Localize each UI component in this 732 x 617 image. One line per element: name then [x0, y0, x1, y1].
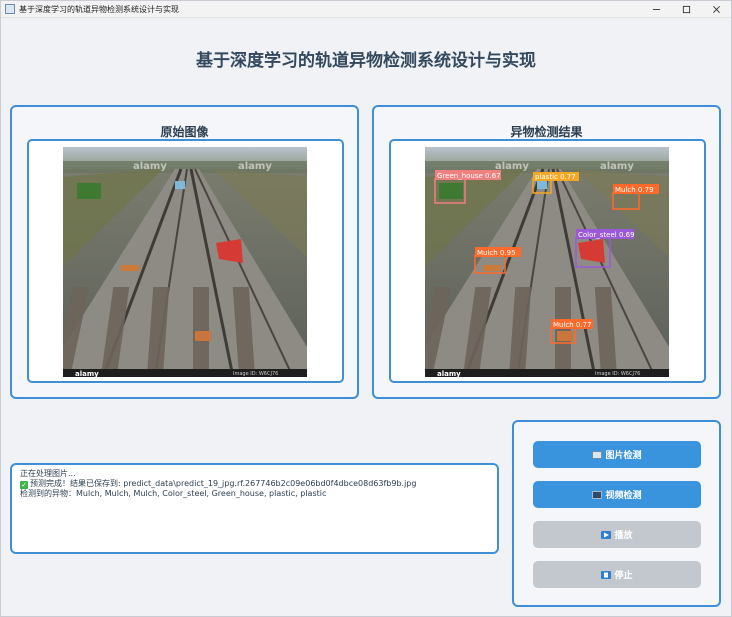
image-id: Image ID: W6CJ76: [595, 371, 640, 377]
app-window: 基于深度学习的轨道异物检测系统设计与实现 基于深度学习的轨道异物检测系统设计与实…: [0, 0, 732, 617]
control-panel: 图片检测 视频检测 播放 停止: [512, 420, 721, 607]
original-image-frame: alamy Image ID: W6CJ76 alamy alamy: [27, 139, 344, 383]
watermark: alamy: [238, 161, 272, 172]
result-image-panel: 异物检测结果 alamy Image ID: W6CJ76 alamy alam…: [372, 105, 721, 399]
log-line-processing: 正在处理图片...: [20, 469, 76, 478]
minimize-icon: [652, 9, 660, 10]
detection-label: Mulch 0.95: [477, 249, 516, 257]
video-detect-label: 视频检测: [605, 491, 642, 501]
close-button[interactable]: [701, 1, 731, 18]
detection-label: Green_house 0.67: [437, 172, 501, 180]
window-title: 基于深度学习的轨道异物检测系统设计与实现: [19, 4, 179, 14]
play-button[interactable]: 播放: [533, 521, 701, 548]
image-icon: [592, 450, 603, 459]
original-image: alamy Image ID: W6CJ76 alamy alamy: [63, 147, 307, 377]
original-image-panel: 原始图像 alamy Image ID: W6CJ76 alamy alamy: [10, 105, 359, 399]
close-icon: [712, 6, 720, 13]
maximize-icon: [682, 5, 690, 14]
result-image-title: 异物检测结果: [510, 125, 583, 139]
watermark: alamy: [600, 161, 634, 172]
detection-label: Mulch 0.79: [615, 186, 654, 194]
log-line-detected: 检测到的异物：Mulch, Mulch, Mulch, Color_steel,…: [20, 489, 327, 498]
page-title: 基于深度学习的轨道异物检测系统设计与实现: [196, 51, 536, 71]
image-detect-button[interactable]: 图片检测: [533, 441, 701, 468]
footer-logo: alamy: [437, 370, 461, 377]
detection-label: Color_steel 0.69: [578, 231, 635, 239]
maximize-button[interactable]: [671, 1, 701, 18]
app-icon: [5, 4, 15, 14]
play-label: 播放: [614, 531, 633, 541]
video-icon: [592, 490, 603, 499]
image-id: Image ID: W6CJ76: [233, 371, 278, 377]
result-image: alamy Image ID: W6CJ76 alamy alamy Green…: [425, 147, 669, 377]
detection-label: Mulch 0.77: [553, 321, 592, 329]
stop-icon: [601, 570, 612, 579]
image-detect-label: 图片检测: [605, 451, 642, 461]
video-detect-button[interactable]: 视频检测: [533, 481, 701, 508]
log-output[interactable]: 正在处理图片... ✓ 预测完成！结果已保存到: predict_data\pre…: [10, 463, 499, 554]
log-line-done: ✓ 预测完成！结果已保存到: predict_data\predict_19_jp…: [20, 479, 489, 489]
log-line-done-text: 预测完成！结果已保存到: predict_data\predict_19_jpg…: [30, 479, 417, 488]
result-image-frame: alamy Image ID: W6CJ76 alamy alamy Green…: [389, 139, 706, 383]
footer-logo: alamy: [75, 370, 99, 377]
minimize-button[interactable]: [641, 1, 671, 18]
stop-label: 停止: [614, 571, 633, 581]
window-controls: [641, 1, 731, 18]
watermark: alamy: [133, 161, 167, 172]
title-bar: 基于深度学习的轨道异物检测系统设计与实现: [1, 1, 731, 18]
detection-label: plastic 0.77: [535, 173, 576, 181]
play-icon: [601, 530, 612, 539]
original-image-title: 原始图像: [160, 125, 209, 139]
check-icon: ✓: [20, 481, 28, 489]
stop-button[interactable]: 停止: [533, 561, 701, 588]
